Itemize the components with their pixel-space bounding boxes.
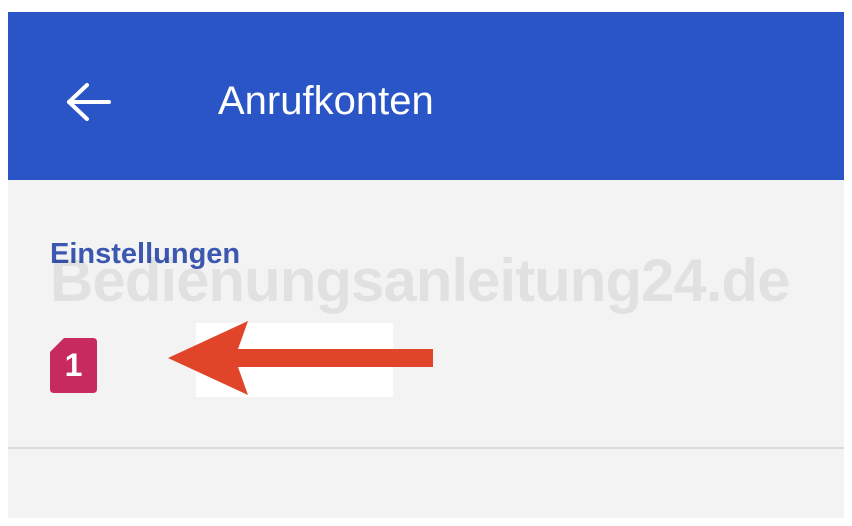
app-bar: Anrufkonten xyxy=(8,12,844,180)
phone-screen: Anrufkonten Einstellungen Bedienungsanle… xyxy=(8,12,844,518)
red-arrow-left-icon xyxy=(168,321,433,395)
back-button[interactable] xyxy=(58,72,118,132)
arrow-left-icon xyxy=(67,83,111,121)
sim-slot-number: 1 xyxy=(64,347,83,383)
page-title: Anrufkonten xyxy=(218,79,434,123)
divider xyxy=(8,447,844,449)
sim-account-row[interactable]: 1 xyxy=(8,305,844,405)
settings-content: Einstellungen Bedienungsanleitung24.de 1 xyxy=(8,180,844,518)
